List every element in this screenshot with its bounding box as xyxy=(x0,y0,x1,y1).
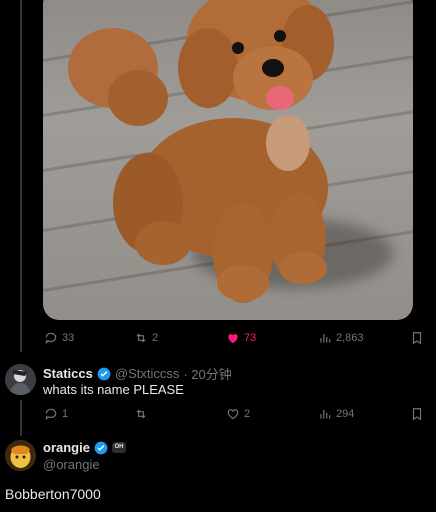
avatar-orangie[interactable] xyxy=(5,440,36,471)
bookmark-button[interactable] xyxy=(410,328,424,348)
retweet-button[interactable]: 2 xyxy=(134,328,158,348)
like-count: 73 xyxy=(244,332,257,344)
avatar-staticcs-image xyxy=(5,364,36,395)
reply1-text: whats its name PLEASE xyxy=(43,382,184,397)
verified-badge-icon xyxy=(94,441,108,454)
reply1-retweet-button[interactable] xyxy=(134,404,152,424)
heart-icon xyxy=(227,409,239,420)
affiliate-badge[interactable]: OH xyxy=(111,442,126,453)
views-count: 2,863 xyxy=(336,332,364,344)
reply2-header: orangie OH xyxy=(43,440,126,455)
reply1-bookmark-button[interactable] xyxy=(410,404,424,424)
views-icon xyxy=(320,333,331,343)
reply1-views-button[interactable]: 294 xyxy=(318,404,354,424)
bookmark-icon xyxy=(412,332,422,345)
like-button[interactable]: 73 xyxy=(226,328,256,348)
reply-button[interactable]: 33 xyxy=(44,328,74,348)
avatar-staticcs[interactable] xyxy=(5,364,36,395)
reply1-handle[interactable]: @Stxticcss xyxy=(115,366,179,381)
views-button[interactable]: 2,863 xyxy=(318,328,364,348)
views-icon xyxy=(320,409,331,419)
reply1-actions: 1 2 294 xyxy=(0,404,436,424)
reply1-header: Staticcs @Stxticcss · 20分钟 xyxy=(43,364,232,383)
reply-count: 33 xyxy=(62,332,75,344)
post-actions: 33 2 73 2,863 xyxy=(0,328,436,348)
bookmark-icon xyxy=(412,408,422,421)
retweet-icon xyxy=(136,333,146,343)
reply1-views-count: 294 xyxy=(336,408,355,420)
reply1-reply-count: 1 xyxy=(62,408,69,420)
thread-line-top xyxy=(20,0,22,352)
reply-icon xyxy=(45,332,57,345)
reply1-like-count: 2 xyxy=(244,408,251,420)
avatar-orangie-image xyxy=(5,440,36,471)
post-image[interactable] xyxy=(43,0,413,320)
heart-filled-icon xyxy=(228,334,238,344)
reply1-reply-button[interactable]: 1 xyxy=(44,404,68,424)
reply2-text: Bobberton7000 xyxy=(5,486,101,502)
reply2-display-name[interactable]: orangie xyxy=(43,440,90,455)
reply1-time[interactable]: · 20分钟 xyxy=(183,364,231,383)
reply-icon xyxy=(45,408,57,421)
verified-badge-icon xyxy=(97,367,111,380)
reply2-handle[interactable]: @orangie xyxy=(43,457,100,472)
reply1-like-button[interactable]: 2 xyxy=(226,404,250,424)
reply1-display-name[interactable]: Staticcs xyxy=(43,366,93,381)
retweet-icon xyxy=(136,409,146,419)
dog-illustration xyxy=(68,0,334,303)
retweet-count: 2 xyxy=(152,332,159,344)
